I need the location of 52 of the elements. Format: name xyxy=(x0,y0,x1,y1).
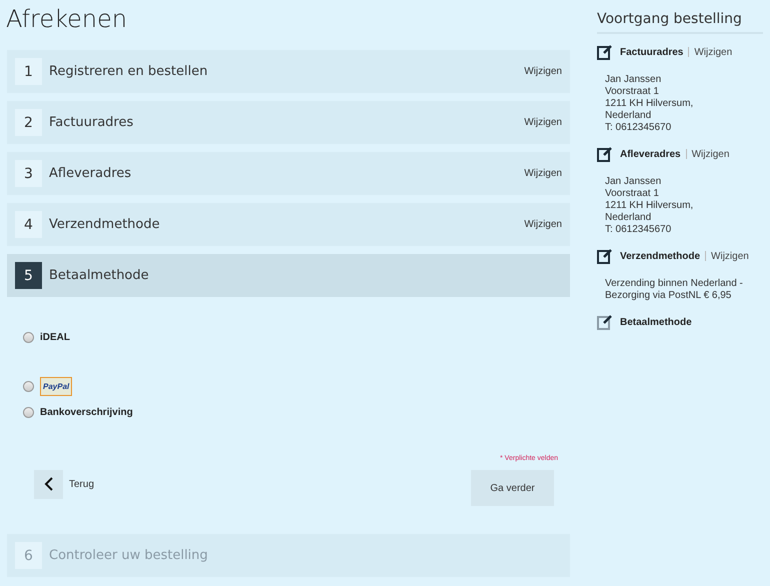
edit-link[interactable]: Wijzigen xyxy=(692,148,730,160)
sidebar-title: Voortgang bestelling xyxy=(597,11,763,34)
address-line: 1211 KH Hilversum, xyxy=(605,200,694,212)
section-title: Betaalmethode xyxy=(620,316,692,328)
option-label: Bankoverschrijving xyxy=(40,406,133,418)
address-line: Nederland xyxy=(605,110,652,122)
edit-link[interactable]: Wijzigen xyxy=(524,117,562,128)
step-header[interactable]: 4 Verzendmethode Wijzigen xyxy=(7,203,570,246)
step-title: Registreren en bestellen xyxy=(49,64,209,79)
address-line: Voorstraat 1 xyxy=(605,188,660,200)
step-number: 1 xyxy=(15,58,42,85)
address-line: 1211 KH Hilversum, xyxy=(605,98,694,110)
paypal-logo: PayPal xyxy=(40,377,72,396)
step-header[interactable]: 3 Afleveradres Wijzigen xyxy=(7,152,570,195)
step-title: Controleer uw bestelling xyxy=(49,548,209,563)
back-link[interactable]: Terug xyxy=(69,478,94,490)
edit-link[interactable]: Wijzigen xyxy=(524,66,562,77)
address-line: T: 0612345670 xyxy=(605,224,672,236)
step-number: 4 xyxy=(15,211,42,238)
radio-button[interactable] xyxy=(23,406,34,418)
step-title: Afleveradres xyxy=(49,166,132,181)
address-line: Jan Janssen xyxy=(605,74,662,86)
address-line: Verzending binnen Nederland - xyxy=(605,278,744,290)
address-line: Nederland xyxy=(605,212,652,224)
next-button[interactable]: Ga verder xyxy=(471,470,554,506)
address-line: Jan Janssen xyxy=(605,176,662,188)
step-title: Verzendmethode xyxy=(49,217,161,232)
step-header[interactable]: 2 Factuuradres Wijzigen xyxy=(7,101,570,144)
step-number: 5 xyxy=(15,262,42,289)
step-number: 3 xyxy=(15,160,42,187)
option-label: iDEAL xyxy=(40,332,70,342)
chevron-left-icon xyxy=(44,477,54,491)
edit-link[interactable]: Wijzigen xyxy=(694,46,732,58)
address-line: T: 0612345670 xyxy=(605,122,672,134)
back-button[interactable] xyxy=(34,470,63,498)
step-number: 2 xyxy=(15,109,42,136)
step-header[interactable]: 5 Betaalmethode xyxy=(7,254,570,297)
radio-button[interactable] xyxy=(23,332,34,342)
step-number: 6 xyxy=(15,542,42,569)
edit-link[interactable]: Wijzigen xyxy=(524,168,562,179)
address-line: Bezorging via PostNL € 6,95 xyxy=(605,290,732,302)
section-title: Verzendmethode xyxy=(620,250,700,262)
step-title: Betaalmethode xyxy=(49,268,150,283)
step-header[interactable]: 1 Registreren en bestellen Wijzigen xyxy=(7,50,570,93)
address-line: Voorstraat 1 xyxy=(605,86,660,98)
section-title: Factuuradres xyxy=(620,46,684,58)
edit-link[interactable]: Wijzigen xyxy=(711,250,749,262)
step-title: Factuuradres xyxy=(49,115,134,130)
section-title: Afleveradres xyxy=(620,148,681,160)
edit-link[interactable]: Wijzigen xyxy=(524,219,562,230)
page-title: Afrekenen xyxy=(6,4,128,34)
radio-button[interactable] xyxy=(23,381,34,392)
